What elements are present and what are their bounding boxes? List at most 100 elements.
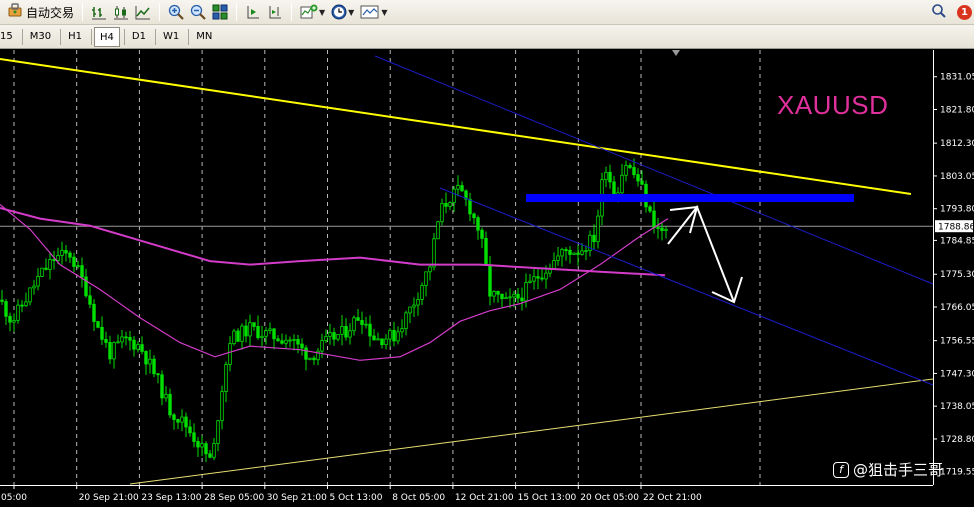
candle-body — [220, 391, 224, 422]
candle-body — [224, 364, 228, 392]
candle-body — [304, 347, 308, 360]
price-tick-label: 1766.05 — [940, 303, 974, 313]
scroll-end-icon — [247, 6, 260, 19]
timeframe-mn[interactable]: MN — [191, 27, 217, 47]
timeframe-d1[interactable]: D1 — [127, 27, 151, 47]
autotrade-button[interactable]: 自动交易 — [4, 2, 77, 23]
watermark-logo-icon: f — [833, 461, 849, 478]
candle-body — [196, 441, 200, 448]
price-tick-label: 1803.05 — [940, 172, 974, 182]
candle-body — [432, 238, 436, 268]
candle-body — [112, 342, 116, 360]
candles-group — [0, 158, 668, 463]
templates-icon — [360, 5, 379, 19]
watermark: f @狙击手三哥 — [833, 459, 943, 480]
candle-body — [100, 326, 104, 340]
candle-body — [556, 255, 560, 261]
price-tick-label: 1821.80 — [940, 106, 974, 116]
candle-body — [116, 341, 120, 344]
candle-body — [416, 299, 420, 306]
candle-body — [520, 297, 524, 302]
candle-body — [624, 165, 628, 176]
candle-body — [392, 329, 396, 342]
candlestick-icon — [114, 6, 129, 20]
support-trendline — [129, 378, 934, 485]
time-tick-label: 8 Oct 05:00 — [392, 493, 445, 503]
zoom-in-button[interactable] — [165, 2, 187, 23]
timeframe-h1[interactable]: H1 — [63, 27, 87, 47]
candlestick-button[interactable] — [110, 2, 132, 23]
candle-body — [180, 416, 184, 423]
candle-body — [440, 203, 444, 223]
line-chart-button[interactable] — [132, 2, 154, 23]
candle-body — [540, 277, 544, 280]
candle-body — [636, 174, 640, 182]
candle-body — [388, 329, 392, 340]
candle-body — [152, 358, 156, 375]
timeframe-separator — [154, 28, 156, 45]
candle-body — [308, 357, 312, 360]
candle-body — [236, 330, 240, 342]
autotrade-icon — [7, 2, 23, 22]
main-toolbar: 自动交易 ▼ ▼ ▼ 1 — [0, 0, 974, 25]
timeframe-m30[interactable]: M30 — [25, 27, 56, 47]
candle-body — [516, 293, 520, 299]
candle-body — [268, 328, 272, 332]
zoom-in-icon — [168, 4, 184, 20]
candle-body — [272, 328, 276, 340]
candle-body — [92, 303, 96, 322]
candle-body — [228, 343, 232, 365]
zoom-out-button[interactable] — [187, 2, 209, 23]
timeframe-m15[interactable]: 15 — [0, 27, 18, 47]
current-price-label: 1788.86 — [938, 223, 974, 233]
candle-body — [324, 335, 328, 341]
candle-body — [168, 393, 172, 416]
candle-body — [436, 221, 440, 240]
timeframe-toolbar: 15 M30 H1 H4 D1 W1 MN — [0, 25, 974, 49]
candle-body — [652, 210, 656, 228]
candle-body — [632, 167, 636, 176]
watermark-text: @狙击手三哥 — [853, 461, 944, 479]
candle-body — [364, 323, 368, 326]
candle-body — [488, 264, 492, 297]
timeframe-h4[interactable]: H4 — [93, 26, 120, 47]
candle-body — [372, 335, 376, 341]
candle-body — [256, 326, 260, 339]
bar-chart-button[interactable] — [88, 2, 110, 23]
time-tick-label: 22 Oct 21:00 — [643, 493, 702, 503]
time-tick-label: 12 Oct 21:00 — [455, 493, 514, 503]
templates-button[interactable]: ▼ — [357, 2, 390, 23]
time-tick-label: 5 Oct 13:00 — [330, 493, 383, 503]
candle-body — [292, 339, 296, 341]
toolbar-separator — [159, 3, 161, 21]
candle-body — [192, 432, 196, 442]
periods-button[interactable]: ▼ — [328, 2, 357, 23]
search-icon[interactable] — [931, 3, 947, 23]
timeframe-separator — [60, 28, 62, 45]
indicators-button[interactable]: ▼ — [297, 2, 328, 23]
price-tick-label: 1728.80 — [940, 435, 974, 445]
candle-body — [72, 256, 76, 267]
candle-body — [428, 266, 432, 273]
candle-body — [136, 344, 140, 350]
chart-shift-button[interactable] — [264, 2, 286, 23]
timeframe-w1[interactable]: W1 — [158, 27, 184, 47]
candle-body — [344, 326, 348, 338]
candle-body — [468, 198, 472, 215]
scroll-end-button[interactable] — [242, 2, 264, 23]
time-tick-label: 20 Oct 05:00 — [580, 493, 639, 503]
chart-shift-icon — [269, 6, 282, 19]
candle-body — [412, 304, 416, 308]
candle-body — [584, 250, 588, 252]
candle-body — [444, 203, 448, 207]
candle-body — [16, 304, 20, 321]
candle-body — [408, 306, 412, 314]
candle-body — [376, 338, 380, 341]
candle-body — [596, 215, 600, 243]
notification-badge[interactable]: 1 — [957, 5, 972, 20]
candle-body — [500, 293, 504, 300]
tile-windows-button[interactable] — [209, 2, 231, 23]
price-chart[interactable]: 1831.05 1821.80 1812.30 1803.05 1793.80 1784.… — [0, 50, 974, 507]
candle-body — [232, 330, 236, 345]
candle-body — [24, 301, 28, 307]
